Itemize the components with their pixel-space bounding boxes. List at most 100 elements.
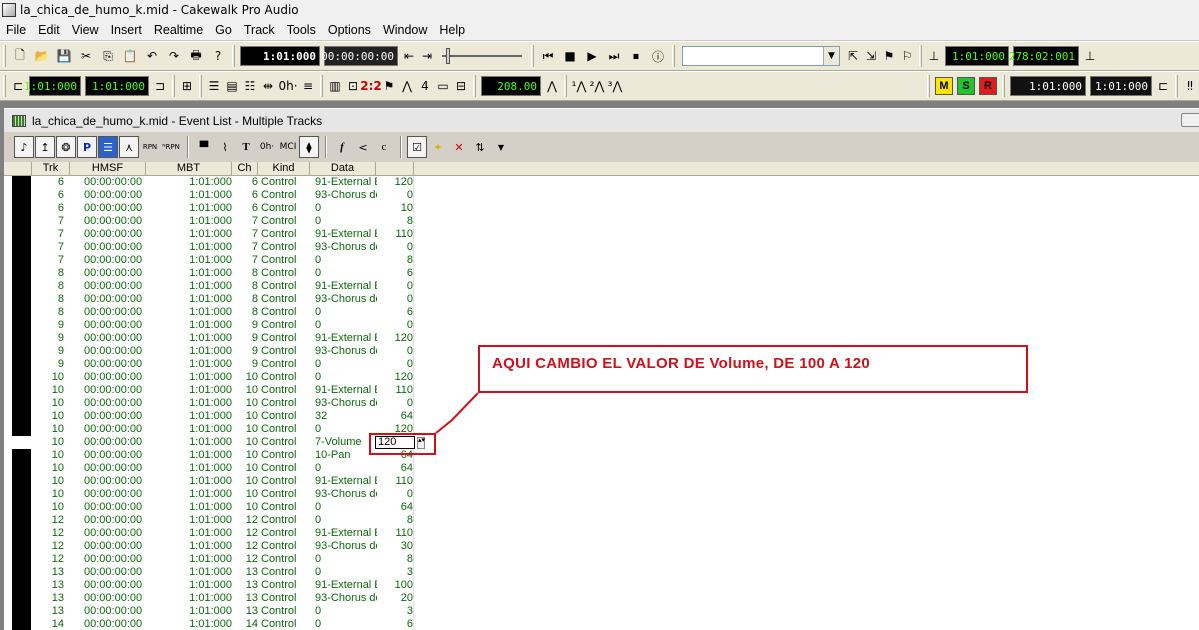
cell-trk[interactable]: 8 xyxy=(32,267,64,280)
cell-data[interactable]: 0 xyxy=(315,605,377,618)
table-row[interactable]: 13 00:00:00:00 1:01:000 13 Control 91-Externa… xyxy=(4,579,1199,592)
cell-trk[interactable]: 13 xyxy=(32,566,64,579)
tempo-map-icon[interactable]: 2:2 xyxy=(360,75,382,97)
row-marker[interactable] xyxy=(12,423,31,436)
cell-kind[interactable]: Control xyxy=(261,332,311,345)
cell-hmsf[interactable]: 00:00:00:00 xyxy=(74,358,152,371)
delete-event-icon[interactable]: ✕ xyxy=(449,136,469,158)
cell-value[interactable]: 0 xyxy=(377,358,413,371)
cell-value[interactable]: 0 xyxy=(377,319,413,332)
cell-hmsf[interactable]: 00:00:00:00 xyxy=(74,228,152,241)
menu-go[interactable]: Go xyxy=(209,23,238,37)
solo-button[interactable]: S xyxy=(957,77,975,95)
cell-hmsf[interactable]: 00:00:00:00 xyxy=(74,462,152,475)
cell-mbt[interactable]: 1:01:000 xyxy=(152,462,232,475)
cell-value[interactable]: 64 xyxy=(377,501,413,514)
punch-in-time[interactable]: 1:01:000 xyxy=(1010,76,1086,96)
toolbar-grip[interactable] xyxy=(531,45,534,67)
cell-hmsf[interactable]: 00:00:00:00 xyxy=(74,267,152,280)
table-row[interactable]: 6 00:00:00:00 1:01:000 6 Control 0 10 xyxy=(4,202,1199,215)
cell-mbt[interactable]: 1:01:000 xyxy=(152,579,232,592)
cell-data[interactable]: 93-Chorus de xyxy=(315,592,377,605)
copy-icon[interactable]: ⎘ xyxy=(97,45,119,67)
controller-filter-icon[interactable]: ☰ xyxy=(98,136,118,158)
cell-data[interactable]: 91-External E xyxy=(315,475,377,488)
cell-trk[interactable]: 9 xyxy=(32,319,64,332)
header-data[interactable]: Data xyxy=(310,162,376,176)
row-marker[interactable] xyxy=(12,579,31,592)
header-value[interactable] xyxy=(376,162,414,176)
punch-icon[interactable]: ⊥ xyxy=(925,45,943,67)
cell-ch[interactable]: 7 xyxy=(232,241,258,254)
cell-kind[interactable]: Control xyxy=(261,566,311,579)
cell-mbt[interactable]: 1:01:000 xyxy=(152,553,232,566)
select-from-time[interactable]: 1:01:000 xyxy=(24,76,81,96)
cell-data[interactable]: 0 xyxy=(315,566,377,579)
menu-window[interactable]: Window xyxy=(377,23,433,37)
save-icon[interactable]: 💾 xyxy=(53,45,75,67)
cell-mbt[interactable]: 1:01:000 xyxy=(152,410,232,423)
cell-ch[interactable]: 12 xyxy=(232,540,258,553)
toolbar-grip[interactable] xyxy=(1175,75,1178,97)
cell-kind[interactable]: Control xyxy=(261,228,311,241)
cell-kind[interactable]: Control xyxy=(261,267,311,280)
cell-trk[interactable]: 10 xyxy=(32,397,64,410)
cell-value[interactable]: 8 xyxy=(377,254,413,267)
sysx-icon[interactable]: ⊟ xyxy=(452,75,470,97)
cell-data[interactable]: 7-Volume xyxy=(315,436,377,449)
cell-kind[interactable]: Control xyxy=(261,215,311,228)
cell-trk[interactable]: 10 xyxy=(32,501,64,514)
cell-ch[interactable]: 7 xyxy=(232,228,258,241)
event-list-title-bar[interactable]: la_chica_de_humo_k.mid - Event List - Mu… xyxy=(4,108,1199,132)
menu-options[interactable]: Options xyxy=(322,23,377,37)
cell-hmsf[interactable]: 00:00:00:00 xyxy=(74,566,152,579)
cell-kind[interactable]: Control xyxy=(261,618,311,630)
wave-filter-icon[interactable]: ❂ xyxy=(56,136,76,158)
cell-trk[interactable]: 6 xyxy=(32,176,64,189)
cell-trk[interactable]: 9 xyxy=(32,345,64,358)
table-row[interactable]: 13 00:00:00:00 1:01:000 13 Control 93-Chorus … xyxy=(4,592,1199,605)
cell-mbt[interactable]: 1:01:000 xyxy=(152,332,232,345)
table-row[interactable]: 8 00:00:00:00 1:01:000 8 Control 91-External … xyxy=(4,280,1199,293)
cell-value[interactable]: 0 xyxy=(377,241,413,254)
table-row[interactable]: 10 00:00:00:00 1:01:000 10 Control 93-Chorus … xyxy=(4,397,1199,410)
cell-kind[interactable]: Control xyxy=(261,306,311,319)
row-marker[interactable] xyxy=(12,592,31,605)
cell-mbt[interactable]: 1:01:000 xyxy=(152,215,232,228)
cell-mbt[interactable]: 1:01:000 xyxy=(152,371,232,384)
header-hmsf[interactable]: HMSF xyxy=(70,162,146,176)
cell-hmsf[interactable]: 00:00:00:00 xyxy=(74,293,152,306)
cell-trk[interactable]: 10 xyxy=(32,436,64,449)
row-marker[interactable] xyxy=(12,553,31,566)
cell-data[interactable]: 91-External E xyxy=(315,280,377,293)
cell-data[interactable]: 0 xyxy=(315,215,377,228)
cell-hmsf[interactable]: 00:00:00:00 xyxy=(74,592,152,605)
chan-aftertouch-icon[interactable]: ⋏ xyxy=(119,136,139,158)
panic-icon[interactable]: ⓘ xyxy=(647,45,669,67)
cell-ch[interactable]: 13 xyxy=(232,605,258,618)
cell-data[interactable]: 93-Chorus de xyxy=(315,397,377,410)
row-marker[interactable] xyxy=(12,202,31,215)
cell-hmsf[interactable]: 00:00:00:00 xyxy=(74,254,152,267)
cell-data[interactable]: 0 xyxy=(315,371,377,384)
cell-data[interactable]: 0 xyxy=(315,462,377,475)
cell-value[interactable]: 0 xyxy=(377,293,413,306)
position-slider[interactable] xyxy=(442,46,522,66)
row-marker[interactable] xyxy=(12,332,31,345)
cell-kind[interactable]: Control xyxy=(261,189,311,202)
row-marker[interactable] xyxy=(12,540,31,553)
cell-hmsf[interactable]: 00:00:00:00 xyxy=(74,189,152,202)
open-folder-icon[interactable]: 📂 xyxy=(31,45,53,67)
cell-value[interactable]: 8 xyxy=(377,215,413,228)
cell-data[interactable]: 93-Chorus de xyxy=(315,189,377,202)
cell-trk[interactable]: 13 xyxy=(32,592,64,605)
console-icon[interactable]: ▥ xyxy=(326,75,344,97)
cell-trk[interactable]: 12 xyxy=(32,527,64,540)
cell-trk[interactable]: 10 xyxy=(32,462,64,475)
cell-kind[interactable]: Control xyxy=(261,579,311,592)
cell-value[interactable]: 6 xyxy=(377,618,413,630)
go-end-icon[interactable]: ⏭ xyxy=(603,45,625,67)
cell-data[interactable]: 91-External E xyxy=(315,176,377,189)
loop-icon[interactable]: ⚑ xyxy=(880,45,898,67)
cell-data[interactable]: 93-Chorus de xyxy=(315,488,377,501)
